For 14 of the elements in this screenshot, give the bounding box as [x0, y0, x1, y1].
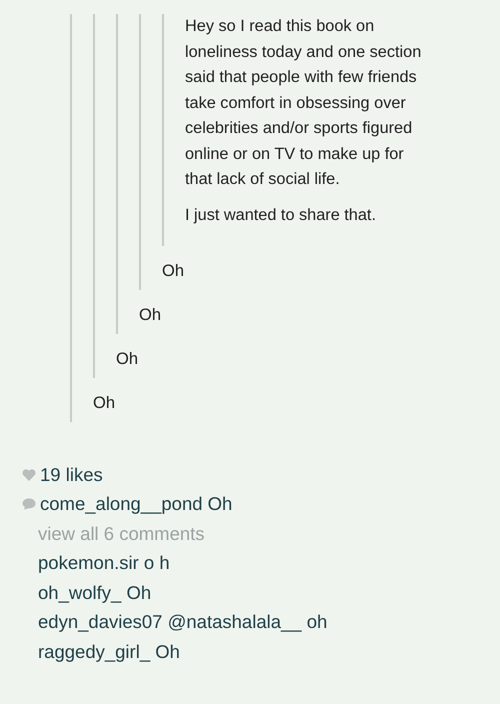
reply-text: Oh	[139, 305, 162, 326]
likes-count[interactable]: 19 likes	[40, 464, 103, 486]
speech-bubble-icon[interactable]	[22, 498, 36, 510]
post-text: Hey so I read this book on loneliness today and one section said that people with few friends take comfort in obsessing over celebrities and/or sports figured online or on TV to make up for that lack of social life.	[185, 16, 422, 190]
comment: pokemon.sir o h	[38, 552, 170, 574]
caption: come_along__pond Oh	[40, 493, 232, 516]
comment: raggedy_girl_ Oh	[38, 640, 180, 663]
comment: edyn_davies07 @natashalala__ oh	[38, 611, 328, 634]
reply-text: Oh	[162, 261, 186, 282]
reply-text: Oh	[93, 393, 116, 414]
post-text: I just wanted to share that.	[185, 204, 377, 226]
reply-text: Oh	[116, 349, 140, 370]
heart-icon[interactable]	[22, 468, 36, 481]
comment: oh_wolfy_ Oh	[38, 582, 152, 604]
